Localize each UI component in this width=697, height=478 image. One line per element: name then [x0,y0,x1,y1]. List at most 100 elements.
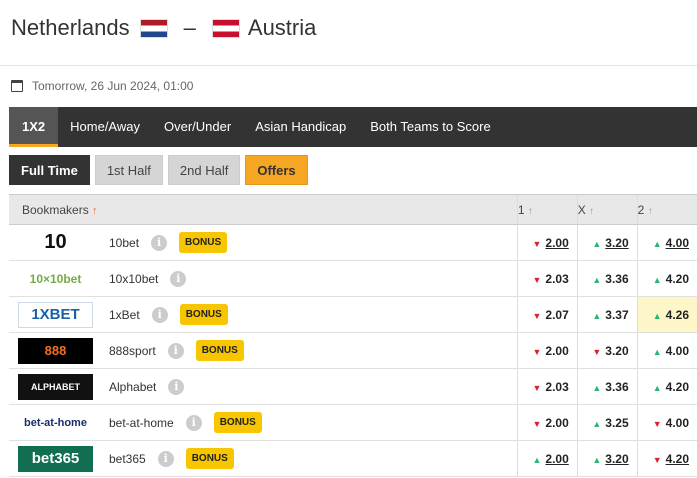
odds-draw-value[interactable]: 3.20 [605,452,628,466]
info-icon[interactable]: i [151,234,168,251]
odds-home-value[interactable]: 2.00 [545,416,568,430]
odds-home-cell[interactable]: ▼ 2.07 [516,296,578,333]
header-draw-odds[interactable]: X ↑ [576,194,638,225]
odds-away-cell[interactable]: ▼ 4.00 [636,404,697,441]
table-row: 10 10bet i BONUS ▼ 2.00 ▲ 3.20 ▲ 4.00 [9,224,697,261]
odds-draw-cell[interactable]: ▼ 3.20 [576,332,638,369]
bookmaker-logo[interactable]: 10 [18,229,93,256]
bookmaker-name[interactable]: bet365 [109,452,146,466]
triangle-up-icon: ▲ [592,454,602,465]
header-1-label: 1 [517,202,525,217]
subtab-1st-half[interactable]: 1st Half [94,155,163,185]
bookmaker-logo[interactable]: bet365 [18,445,93,472]
header-away-odds[interactable]: 2 ↑ [636,194,697,225]
table-row: 888 888sport i BONUS ▼ 2.00 ▼ 3.20 ▲ 4.00 [9,332,697,369]
odds-home-cell[interactable]: ▼ 2.00 [516,224,578,261]
bookmaker-name[interactable]: 1xBet [109,308,140,322]
odds-draw-value[interactable]: 3.36 [605,380,628,394]
odds-draw-cell[interactable]: ▲ 3.36 [576,260,638,297]
triangle-up-icon: ▲ [532,454,542,465]
odds-home-value[interactable]: 2.03 [545,380,568,394]
odds-away-value[interactable]: 4.20 [666,380,689,394]
tab-over-under[interactable]: Over/Under [152,107,243,147]
odds-draw-value[interactable]: 3.20 [605,236,628,250]
match-date: Tomorrow, 26 Jun 2024, 01:00 [11,79,193,93]
odds-away-value[interactable]: 4.00 [666,344,689,358]
bookmaker-logo[interactable]: 1XBET [18,301,93,328]
odds-away-cell[interactable]: ▲ 4.26 [636,296,697,333]
odds-away-cell[interactable]: ▲ 4.20 [636,260,697,297]
bonus-badge[interactable]: BONUS [179,304,228,325]
bookmaker-cell: bet365 bet365 i BONUS [9,440,518,477]
odds-away-cell[interactable]: ▲ 4.00 [636,224,697,261]
bonus-badge[interactable]: BONUS [179,232,228,253]
bookmaker-name[interactable]: 10x10bet [109,272,158,286]
bookmaker-name[interactable]: Alphabet [109,380,156,394]
tab-1x2[interactable]: 1X2 [9,107,59,147]
odds-draw-value[interactable]: 3.25 [605,416,628,430]
bookmaker-logo[interactable]: 10×10bet [18,265,93,292]
odds-home-cell[interactable]: ▼ 2.00 [516,332,578,369]
bookmaker-name[interactable]: 888sport [109,344,156,358]
period-tabs: Full Time 1st Half 2nd Half Offers [9,155,308,185]
bookmaker-info: 10 10bet i BONUS [9,229,517,256]
tab-home-away[interactable]: Home/Away [58,107,152,147]
triangle-down-icon: ▼ [532,274,542,285]
triangle-down-icon: ▼ [532,382,542,393]
header-bookmakers[interactable]: Bookmakers ↑ [9,194,518,225]
tab-asian-handicap[interactable]: Asian Handicap [243,107,358,147]
odds-home-cell[interactable]: ▲ 2.00 [516,440,578,477]
odds-draw-cell[interactable]: ▲ 3.37 [576,296,638,333]
bookmaker-logo[interactable]: 888 [18,337,93,364]
triangle-down-icon: ▼ [652,418,662,429]
header-x-label: X [577,202,586,217]
odds-draw-value[interactable]: 3.20 [605,344,628,358]
sort-arrow-icon: ↑ [589,205,595,217]
info-icon[interactable]: i [157,450,174,467]
info-icon[interactable]: i [170,270,187,287]
odds-home-cell[interactable]: ▼ 2.03 [516,260,578,297]
triangle-up-icon: ▲ [592,274,602,285]
odds-home-value[interactable]: 2.00 [545,344,568,358]
bonus-badge[interactable]: BONUS [213,412,262,433]
odds-away-cell[interactable]: ▼ 4.20 [636,440,697,477]
bookmaker-logo[interactable]: ALPHABET [18,373,93,400]
header-home-odds[interactable]: 1 ↑ [516,194,578,225]
odds-draw-cell[interactable]: ▲ 3.25 [576,404,638,441]
odds-away-value[interactable]: 4.00 [666,416,689,430]
info-icon[interactable]: i [185,414,202,431]
odds-away-cell[interactable]: ▲ 4.20 [636,368,697,405]
odds-home-value[interactable]: 2.00 [545,236,568,250]
odds-away-value[interactable]: 4.26 [666,308,689,322]
odds-home-value[interactable]: 2.03 [545,272,568,286]
bonus-badge[interactable]: BONUS [185,448,234,469]
bonus-badge[interactable]: BONUS [195,340,244,361]
subtab-offers[interactable]: Offers [245,155,308,185]
bookmaker-cell: 1XBET 1xBet i BONUS [9,296,518,333]
bookmaker-logo[interactable]: bet-at-home [18,409,93,436]
odds-home-value[interactable]: 2.07 [545,308,568,322]
austria-flag-icon [211,18,240,38]
odds-away-value[interactable]: 4.20 [666,452,689,466]
odds-home-value[interactable]: 2.00 [545,452,568,466]
odds-draw-cell[interactable]: ▲ 3.20 [576,224,638,261]
odds-away-cell[interactable]: ▲ 4.00 [636,332,697,369]
bookmaker-name[interactable]: bet-at-home [109,416,174,430]
odds-home-cell[interactable]: ▼ 2.00 [516,404,578,441]
subtab-full-time[interactable]: Full Time [9,155,90,185]
odds-draw-cell[interactable]: ▲ 3.20 [576,440,638,477]
triangle-down-icon: ▼ [592,346,602,357]
match-dash: – [183,15,196,40]
odds-home-cell[interactable]: ▼ 2.03 [516,368,578,405]
tab-both-teams-to-score[interactable]: Both Teams to Score [358,107,502,147]
info-icon[interactable]: i [167,342,184,359]
info-icon[interactable]: i [168,378,185,395]
odds-draw-value[interactable]: 3.36 [605,272,628,286]
subtab-2nd-half[interactable]: 2nd Half [167,155,241,185]
odds-draw-cell[interactable]: ▲ 3.36 [576,368,638,405]
odds-away-value[interactable]: 4.00 [666,236,689,250]
odds-draw-value[interactable]: 3.37 [605,308,628,322]
odds-away-value[interactable]: 4.20 [666,272,689,286]
info-icon[interactable]: i [151,306,168,323]
bookmaker-name[interactable]: 10bet [109,236,139,250]
